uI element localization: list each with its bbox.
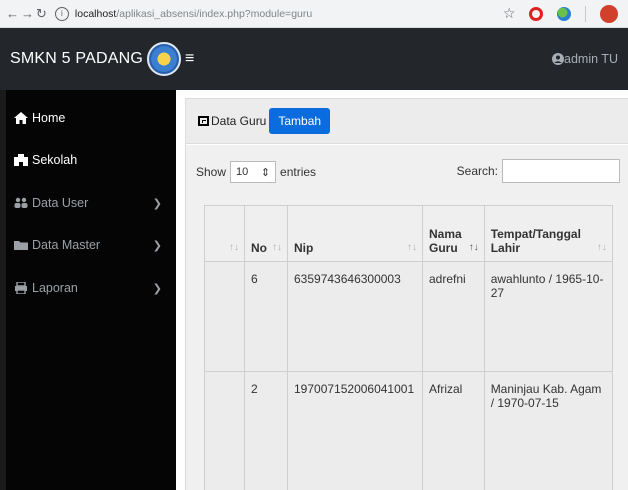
column-header-tempat-lahir[interactable]: Tempat/Tanggal Lahir ↑↓: [483, 205, 613, 262]
cell-nama: Afrizal: [422, 371, 485, 490]
card-title: Data Guru: [211, 114, 267, 128]
chevron-right-icon: ❯: [152, 197, 162, 210]
home-icon: [14, 112, 28, 124]
header-label: Nama Guru: [429, 227, 462, 255]
card-body: Show 10 ⇕ entries Search: ↑↓ No ↑↓ Nip ↑…: [186, 145, 628, 490]
menu-toggle-icon[interactable]: ≡: [185, 50, 194, 68]
sidebar-item-data-master[interactable]: Data Master ❯: [14, 238, 162, 252]
header-label: Nip: [294, 241, 314, 255]
school-logo: [147, 42, 181, 76]
cell-nama: adrefni: [422, 261, 485, 372]
user-menu[interactable]: admin TU: [552, 52, 618, 66]
bookmark-star-icon[interactable]: ☆: [503, 5, 516, 22]
tambah-button[interactable]: Tambah: [269, 108, 331, 134]
globe-extension-icon[interactable]: [557, 6, 572, 21]
sort-asc-icon: ↑↓: [468, 242, 479, 253]
table-icon: [198, 116, 209, 126]
cell-tempat: awahlunto / 1965-10-27: [483, 261, 613, 372]
user-name: admin TU: [564, 52, 618, 66]
sidebar-item-label: Data User: [32, 196, 89, 210]
header-label: Tempat/Tanggal Lahir: [490, 227, 581, 255]
sidebar-item-label: Sekolah: [32, 153, 78, 167]
toolbar-separator: [585, 5, 587, 22]
reload-icon[interactable]: ↻: [36, 5, 47, 23]
sidebar-item-data-user[interactable]: Data User ❯: [14, 196, 162, 210]
back-icon[interactable]: ←: [6, 5, 19, 23]
guru-table: ↑↓ No ↑↓ Nip ↑↓ Nama Guru ↑↓ Tempat/Tanggal…: [204, 205, 613, 490]
search-input[interactable]: [502, 159, 620, 183]
cell-tempat: Maninjau Kab. Agam / 1970-07-15: [483, 371, 613, 490]
cell-nip: 197007152006041001: [287, 371, 423, 490]
entries-value: 10: [236, 166, 249, 178]
cell-nip: 6359743646300003: [287, 261, 423, 372]
sort-icon: ↑↓: [596, 242, 607, 253]
sidebar-item-label: Laporan: [32, 281, 78, 295]
entries-label: entries: [280, 165, 317, 179]
cell-no: 6: [244, 261, 288, 372]
sidebar-item-home[interactable]: Home: [14, 111, 162, 125]
chevron-right-icon: ❯: [152, 282, 162, 295]
entries-select[interactable]: 10 ⇕: [230, 161, 277, 183]
column-header-select[interactable]: ↑↓: [204, 205, 245, 262]
opera-extension-icon[interactable]: [529, 6, 544, 21]
data-guru-card: Data Guru Tambah Show 10 ⇕ entries Searc…: [185, 98, 628, 490]
cell-no: 2: [244, 371, 288, 490]
browser-toolbar: ← → ↻ i localhost/aplikasi_absensi/index…: [0, 0, 628, 28]
sidebar-edge: [0, 90, 6, 490]
header-label: No: [251, 241, 267, 255]
sidebar-item-sekolah[interactable]: Sekolah: [14, 153, 162, 167]
folder-icon: [14, 241, 28, 250]
url-path: /aplikasi_absensi/index.php?module=guru: [116, 7, 313, 20]
column-header-nip[interactable]: Nip ↑↓: [287, 205, 423, 262]
search-label: Search:: [456, 164, 498, 178]
cell-select: [204, 371, 245, 490]
info-icon[interactable]: i: [54, 6, 69, 21]
address-bar[interactable]: i localhost/aplikasi_absensi/index.php?m…: [54, 4, 503, 24]
table-row[interactable]: 2 197007152006041001 Afrizal Maninjau Ka…: [204, 371, 613, 490]
app-navbar: SMKN 5 PADANG ≡ admin TU: [0, 28, 628, 90]
card-header: Data Guru Tambah: [186, 99, 628, 144]
building-icon: [14, 154, 28, 166]
column-header-no[interactable]: No ↑↓: [244, 205, 288, 262]
table-row[interactable]: 6 6359743646300003 adrefni awahlunto / 1…: [204, 261, 613, 372]
user-circle-icon: [552, 53, 565, 65]
show-label: Show: [196, 165, 227, 179]
print-icon: [15, 282, 27, 294]
sidebar-item-label: Data Master: [32, 238, 101, 252]
sort-icon: ↑↓: [272, 242, 282, 253]
chevron-right-icon: ❯: [152, 239, 162, 252]
table-header-row: ↑↓ No ↑↓ Nip ↑↓ Nama Guru ↑↓ Tempat/Tanggal…: [204, 205, 613, 262]
users-icon: [14, 197, 28, 208]
brand-name[interactable]: SMKN 5 PADANG: [10, 50, 143, 68]
search-control: Search:: [457, 159, 620, 183]
select-arrows-icon: ⇕: [260, 166, 271, 179]
cell-select: [204, 261, 245, 372]
column-header-nama-guru[interactable]: Nama Guru ↑↓: [422, 205, 485, 262]
profile-avatar[interactable]: [600, 4, 619, 23]
entries-length-control: Show 10 ⇕ entries: [196, 161, 316, 183]
main-content: Data Guru Tambah Show 10 ⇕ entries Searc…: [176, 90, 628, 490]
sort-icon: ↑↓: [407, 242, 417, 253]
url-host: localhost: [74, 7, 117, 20]
forward-icon[interactable]: →: [21, 5, 34, 23]
sort-icon: ↑↓: [229, 242, 239, 253]
sidebar-item-laporan[interactable]: Laporan ❯: [14, 281, 162, 295]
sidebar-item-label: Home: [32, 111, 66, 125]
